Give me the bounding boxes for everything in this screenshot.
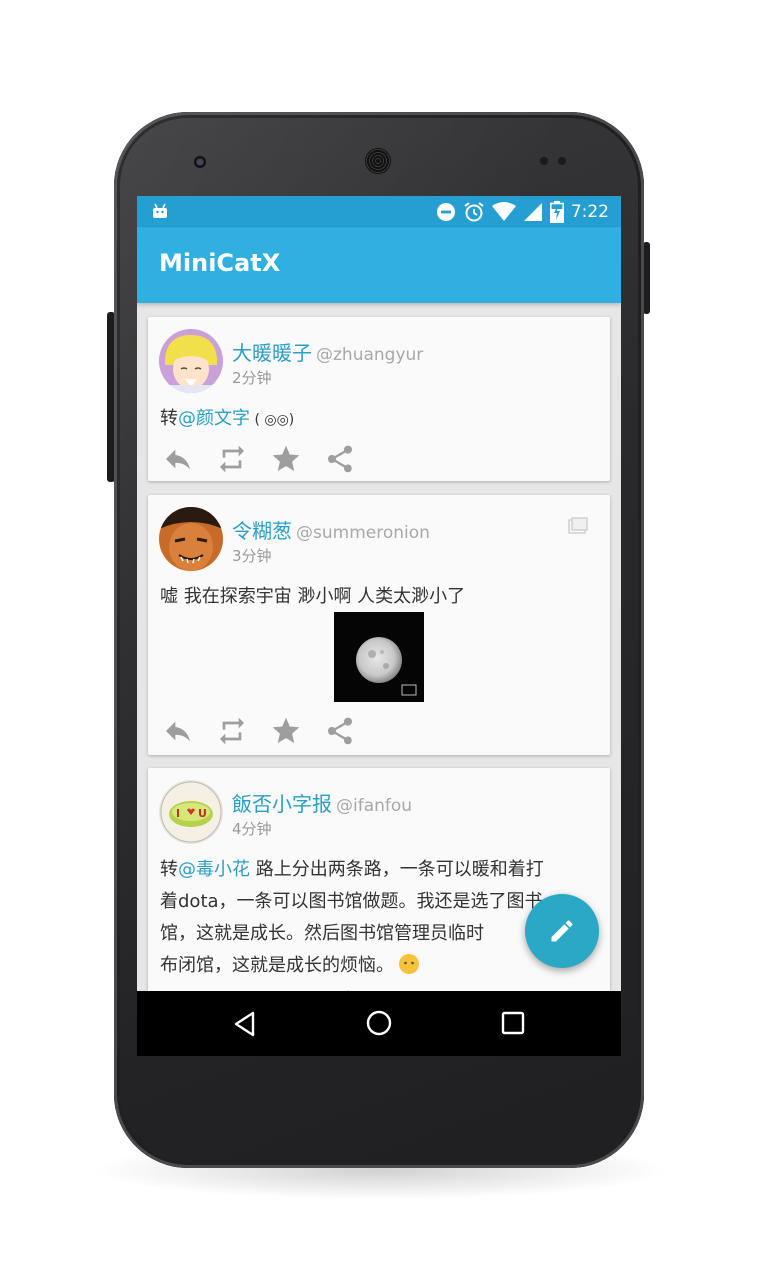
front-camera: [194, 156, 206, 168]
post-time: 3分钟: [232, 547, 272, 565]
status-body: 布闭馆，这就是成长的烦恼。: [160, 955, 394, 976]
user-handle: @ifanfou: [336, 796, 413, 816]
battery-charging-icon: [549, 201, 564, 223]
back-icon[interactable]: [233, 1011, 257, 1037]
status-prefix: 转: [160, 859, 178, 880]
alarm-icon: [464, 202, 484, 222]
share-icon[interactable]: [324, 715, 356, 747]
svg-text:U: U: [198, 807, 207, 820]
avatar[interactable]: I U: [159, 780, 223, 844]
status-time: 7:22: [570, 202, 609, 222]
repost-icon[interactable]: [216, 443, 248, 475]
user-display-name[interactable]: 令糊葱: [232, 519, 292, 543]
post-time: 4分钟: [232, 820, 272, 838]
share-icon[interactable]: [324, 443, 356, 475]
timeline-feed[interactable]: 大暖暖子 @zhuangyur 2分钟 转@颜文字 ( ◎◎) 令糊葱 @sum…: [137, 303, 621, 991]
app-title: MiniCatX: [159, 249, 281, 277]
moon-image: [356, 637, 417, 696]
user-handle: @zhuangyur: [316, 345, 424, 365]
status-line: 转@毒小花 路上分出两条路，一条可以暖和着打: [160, 854, 600, 886]
screen: 7:22 MiniCatX 大暖暖子 @zhuangyur 2分钟 转@颜文字 …: [137, 196, 621, 1056]
android-notification-icon: [153, 203, 167, 218]
wifi-icon: [491, 202, 516, 221]
repost-icon[interactable]: [216, 715, 248, 747]
user-display-name[interactable]: 飯否小字报: [232, 792, 332, 816]
user-name-line: 飯否小字报 @ifanfou: [232, 788, 412, 817]
status-body: 路上分出两条路，一条可以暖和着打: [250, 859, 544, 880]
do-not-disturb-icon: [436, 203, 455, 221]
status-photo[interactable]: [334, 612, 424, 702]
user-name-line: 令糊葱 @summeronion: [232, 515, 430, 544]
status-text: 转@颜文字 ( ◎◎): [160, 403, 600, 436]
user-handle: @summeronion: [296, 523, 430, 543]
emoji-icon: [399, 954, 419, 974]
sensor-2: [558, 157, 566, 165]
user-display-name[interactable]: 大暖暖子: [232, 341, 312, 365]
status-card[interactable]: 令糊葱 @summeronion 3分钟 嘘 我在探索宇宙 渺小啊 人类太渺小了: [148, 495, 610, 755]
star-icon[interactable]: [270, 715, 302, 747]
compose-fab-button[interactable]: [525, 894, 599, 968]
reply-icon[interactable]: [162, 443, 194, 475]
earpiece-speaker: [365, 148, 391, 174]
home-icon[interactable]: [366, 1010, 392, 1036]
system-nav-bar: [137, 991, 621, 1056]
power-button: [643, 242, 650, 314]
action-bar: [162, 443, 356, 475]
pencil-icon: [551, 920, 573, 942]
mention-link[interactable]: @颜文字: [178, 408, 250, 429]
sensor-1: [540, 157, 548, 165]
avatar[interactable]: [159, 329, 223, 393]
avatar[interactable]: [159, 507, 223, 571]
status-bar: 7:22: [137, 196, 621, 227]
status-text: 嘘 我在探索宇宙 渺小啊 人类太渺小了: [160, 586, 466, 607]
status-body: ( ◎◎): [250, 412, 295, 428]
photo-attachment-icon: [568, 517, 588, 534]
post-time: 2分钟: [232, 369, 272, 387]
app-bar: MiniCatX: [137, 227, 621, 303]
reply-icon[interactable]: [162, 715, 194, 747]
cell-signal-icon: [523, 203, 542, 221]
status-prefix: 转: [160, 408, 178, 429]
star-icon[interactable]: [270, 443, 302, 475]
svg-text:I: I: [176, 807, 180, 820]
status-card[interactable]: 大暖暖子 @zhuangyur 2分钟 转@颜文字 ( ◎◎): [148, 317, 610, 481]
mention-link[interactable]: @毒小花: [178, 859, 250, 880]
action-bar: [162, 715, 356, 747]
user-name-line: 大暖暖子 @zhuangyur: [232, 337, 423, 366]
recents-icon[interactable]: [501, 1011, 525, 1035]
